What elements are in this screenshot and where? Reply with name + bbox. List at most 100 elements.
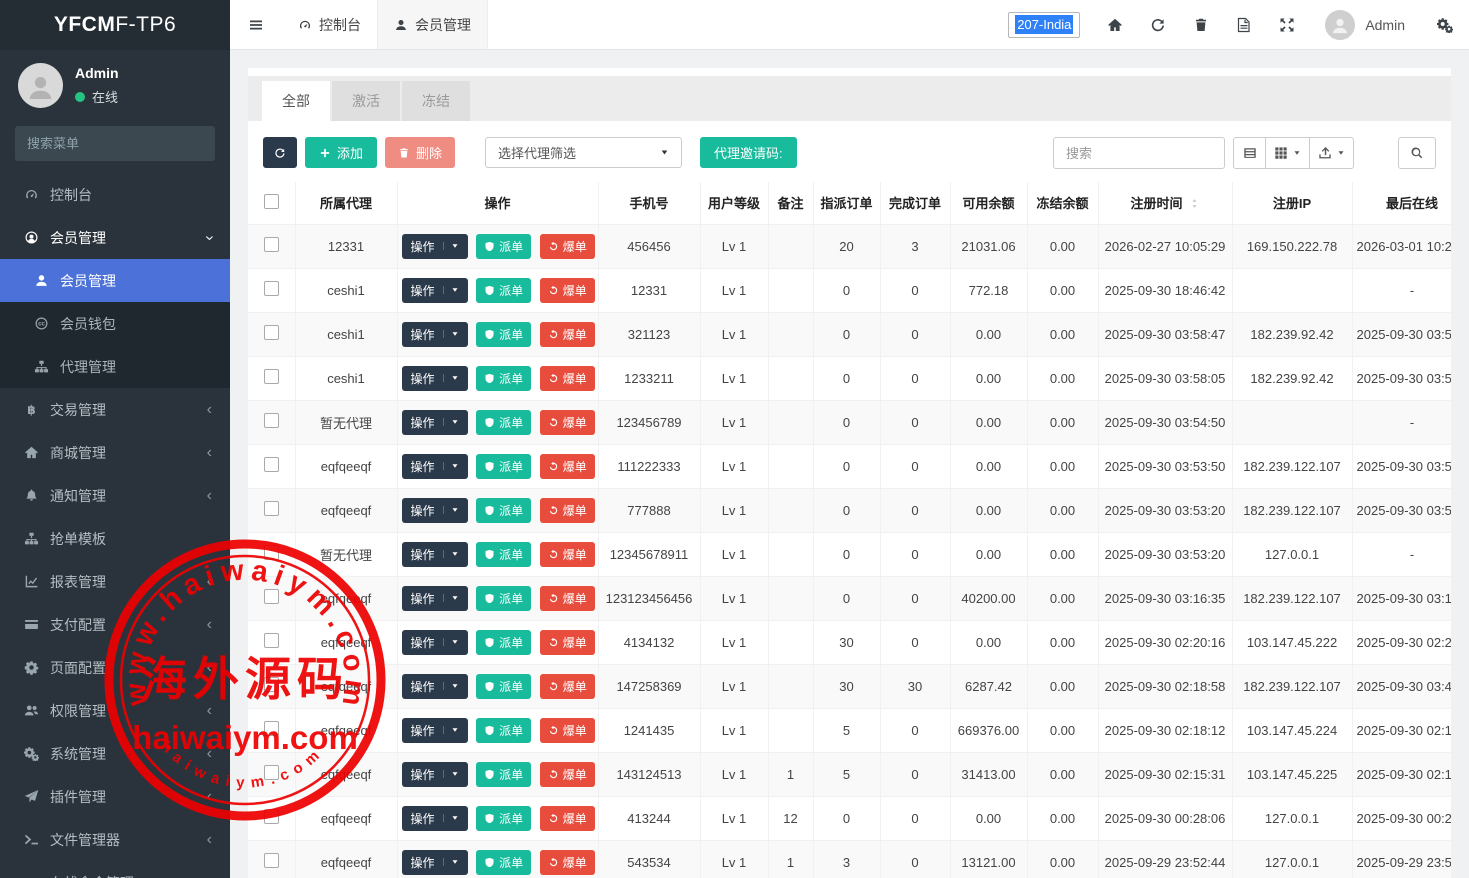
agent-filter-select[interactable]: 选择代理筛选	[485, 137, 682, 168]
tab-frozen[interactable]: 冻结	[402, 81, 470, 121]
row-checkbox[interactable]	[264, 501, 279, 516]
operate-button[interactable]: 操作	[402, 762, 468, 787]
row-checkbox[interactable]	[264, 721, 279, 736]
sidebar-item-plugin-manage[interactable]: 插件管理 ‹	[0, 775, 230, 818]
home-button[interactable]	[1107, 17, 1123, 33]
search-submit-button[interactable]	[1398, 137, 1436, 169]
tab-active[interactable]: 激活	[332, 81, 400, 121]
burst-order-button[interactable]: 爆单	[540, 366, 595, 391]
operate-button[interactable]: 操作	[402, 674, 468, 699]
dispatch-order-button[interactable]: 派单	[476, 366, 531, 391]
operate-button[interactable]: 操作	[402, 542, 468, 567]
sidebar-item-system-manage[interactable]: 系统管理 ‹	[0, 732, 230, 775]
operate-button[interactable]: 操作	[402, 454, 468, 479]
sidebar-item-member-manage[interactable]: 会员管理 ‹	[0, 216, 230, 259]
column-header[interactable]: 所属代理	[295, 182, 397, 224]
operate-button[interactable]: 操作	[402, 630, 468, 655]
burst-order-button[interactable]: 爆单	[540, 762, 595, 787]
column-header[interactable]: 手机号	[598, 182, 700, 224]
row-checkbox[interactable]	[264, 853, 279, 868]
sidebar-item-report-manage[interactable]: 报表管理 ‹	[0, 560, 230, 603]
dispatch-order-button[interactable]: 派单	[476, 674, 531, 699]
tab-title-input[interactable]: 207-India	[1008, 12, 1080, 38]
operate-button[interactable]: 操作	[402, 366, 468, 391]
burst-order-button[interactable]: 爆单	[540, 454, 595, 479]
dispatch-order-button[interactable]: 派单	[476, 454, 531, 479]
agent-invite-code-button[interactable]: 代理邀请码:	[700, 137, 797, 168]
burst-order-button[interactable]: 爆单	[540, 234, 595, 259]
fullscreen-button[interactable]	[1279, 17, 1295, 33]
columns-button[interactable]	[1266, 137, 1310, 169]
sidebar-item-member-list[interactable]: 会员管理	[0, 259, 230, 302]
dispatch-order-button[interactable]: 派单	[476, 850, 531, 875]
row-checkbox[interactable]	[264, 457, 279, 472]
dispatch-order-button[interactable]: 派单	[476, 806, 531, 831]
burst-order-button[interactable]: 爆单	[540, 674, 595, 699]
menu-search-input[interactable]	[27, 136, 203, 151]
burst-order-button[interactable]: 爆单	[540, 278, 595, 303]
column-header[interactable]: 注册IP	[1232, 182, 1352, 224]
burst-order-button[interactable]: 爆单	[540, 542, 595, 567]
sidebar-item-agent-manage[interactable]: 代理管理	[0, 345, 230, 388]
nav-tab-member[interactable]: 会员管理	[377, 0, 488, 49]
column-header[interactable]: 完成订单	[880, 182, 950, 224]
operate-button[interactable]: 操作	[402, 322, 468, 347]
dispatch-order-button[interactable]: 派单	[476, 542, 531, 567]
column-header[interactable]: 操作	[397, 182, 598, 224]
sidebar-item-grab-template[interactable]: 抢单模板	[0, 517, 230, 560]
select-all-header[interactable]	[248, 182, 295, 224]
refresh-table-button[interactable]	[263, 137, 297, 168]
row-checkbox[interactable]	[264, 677, 279, 692]
sidebar-item-payment-config[interactable]: 支付配置 ‹	[0, 603, 230, 646]
row-checkbox[interactable]	[264, 633, 279, 648]
row-checkbox[interactable]	[264, 809, 279, 824]
dispatch-order-button[interactable]: 派单	[476, 234, 531, 259]
row-checkbox[interactable]	[264, 281, 279, 296]
row-checkbox[interactable]	[264, 325, 279, 340]
add-button[interactable]: 添加	[305, 137, 377, 168]
dispatch-order-button[interactable]: 派单	[476, 498, 531, 523]
burst-order-button[interactable]: 爆单	[540, 498, 595, 523]
refresh-button[interactable]	[1150, 17, 1166, 33]
column-header[interactable]: 用户等级	[700, 182, 768, 224]
sidebar-toggle-button[interactable]	[230, 0, 282, 49]
burst-order-button[interactable]: 爆单	[540, 806, 595, 831]
row-checkbox[interactable]	[264, 589, 279, 604]
column-header[interactable]: 指派订单	[813, 182, 880, 224]
detail-view-button[interactable]	[1233, 137, 1266, 169]
sidebar-item-permission[interactable]: 权限管理 ‹	[0, 689, 230, 732]
burst-order-button[interactable]: 爆单	[540, 850, 595, 875]
user-avatar-button[interactable]	[1325, 10, 1355, 40]
burst-order-button[interactable]: 爆单	[540, 630, 595, 655]
select-all-checkbox[interactable]	[264, 194, 279, 209]
nav-tab-dashboard[interactable]: 控制台	[282, 0, 377, 49]
dispatch-order-button[interactable]: 派单	[476, 278, 531, 303]
user-menu[interactable]: Admin	[1365, 17, 1405, 33]
row-checkbox[interactable]	[264, 413, 279, 428]
burst-order-button[interactable]: 爆单	[540, 718, 595, 743]
sidebar-item-file-manager[interactable]: 文件管理器 ‹	[0, 818, 230, 861]
column-header[interactable]: 可用余额	[950, 182, 1027, 224]
dispatch-order-button[interactable]: 派单	[476, 718, 531, 743]
sidebar-item-dashboard[interactable]: 控制台	[0, 173, 230, 216]
tab-all[interactable]: 全部	[262, 81, 330, 121]
sidebar-item-trade-manage[interactable]: 交易管理 ‹	[0, 388, 230, 431]
row-checkbox[interactable]	[264, 765, 279, 780]
sidebar-item-online-command[interactable]: 在线命令管理	[0, 861, 230, 878]
clear-cache-button[interactable]	[1193, 17, 1209, 33]
settings-button[interactable]	[1437, 17, 1453, 33]
delete-button[interactable]: 删除	[385, 137, 455, 168]
language-button[interactable]	[1236, 17, 1252, 33]
burst-order-button[interactable]: 爆单	[540, 322, 595, 347]
column-header[interactable]: 注册时间	[1098, 182, 1232, 224]
operate-button[interactable]: 操作	[402, 234, 468, 259]
operate-button[interactable]: 操作	[402, 718, 468, 743]
burst-order-button[interactable]: 爆单	[540, 410, 595, 435]
sidebar-item-mall-manage[interactable]: 商城管理 ‹	[0, 431, 230, 474]
column-header[interactable]: 备注	[768, 182, 813, 224]
operate-button[interactable]: 操作	[402, 498, 468, 523]
table-search-input[interactable]	[1053, 137, 1225, 169]
sidebar-item-notify-manage[interactable]: 通知管理 ‹	[0, 474, 230, 517]
dispatch-order-button[interactable]: 派单	[476, 630, 531, 655]
dispatch-order-button[interactable]: 派单	[476, 586, 531, 611]
